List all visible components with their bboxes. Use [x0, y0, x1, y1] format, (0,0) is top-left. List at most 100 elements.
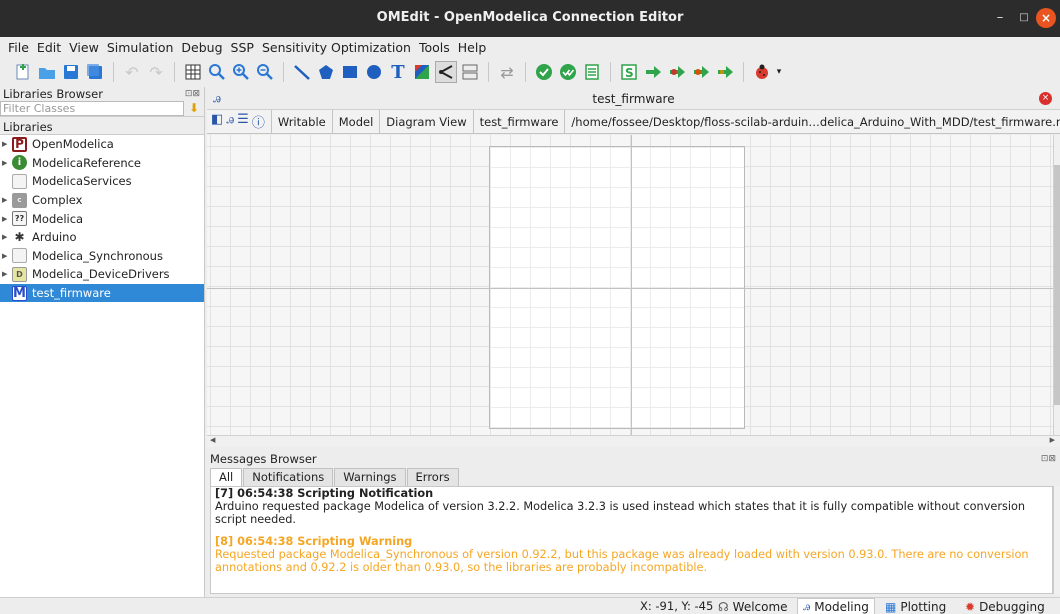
- ellipse-tool-icon[interactable]: [363, 61, 385, 83]
- menu-bar: File Edit View Simulation Debug SSP Sens…: [0, 37, 1060, 57]
- minimize-button[interactable]: –: [990, 8, 1010, 28]
- scrollbar-thumb[interactable]: [1054, 165, 1060, 405]
- status-bar: X: -91, Y: -45 ☊ Welcome ꭿ Modeling ▦ Pl…: [0, 597, 1060, 614]
- expand-arrow-icon[interactable]: ▶: [2, 140, 12, 148]
- tab-all[interactable]: All: [210, 468, 243, 486]
- filter-options-icon[interactable]: ⬇: [184, 101, 204, 116]
- scroll-left-icon[interactable]: ◀: [210, 436, 215, 444]
- library-item-modelicaservices[interactable]: ModelicaServices: [0, 172, 204, 191]
- expand-arrow-icon[interactable]: ▶: [2, 215, 12, 223]
- tab-errors[interactable]: Errors: [406, 468, 459, 486]
- undo-icon[interactable]: ↶: [121, 61, 143, 83]
- rectangle-tool-icon[interactable]: [339, 61, 361, 83]
- library-item-openmodelica[interactable]: ▶ P OpenModelica: [0, 135, 204, 154]
- menu-ssp[interactable]: SSP: [227, 40, 258, 55]
- tab-warnings[interactable]: Warnings: [334, 468, 406, 486]
- simulation-setup-icon[interactable]: S: [618, 61, 640, 83]
- open-folder-icon[interactable]: [36, 61, 58, 83]
- text-view-icon[interactable]: ☰: [237, 112, 249, 131]
- expand-arrow-icon[interactable]: ▶: [2, 196, 12, 204]
- maximize-button[interactable]: □: [1014, 8, 1034, 28]
- library-item-modelica-synchronous[interactable]: ▶ Modelica_Synchronous: [0, 247, 204, 266]
- toolbar-separator: [113, 62, 114, 82]
- new-model-icon[interactable]: [12, 61, 34, 83]
- polygon-tool-icon[interactable]: [315, 61, 337, 83]
- plotting-perspective-button[interactable]: ▦ Plotting: [880, 598, 951, 614]
- debugging-perspective-button[interactable]: ✹ Debugging: [960, 598, 1050, 614]
- library-item-label: OpenModelica: [32, 137, 114, 152]
- bitmap-tool-icon[interactable]: [411, 61, 433, 83]
- simulate-algorithm-icon[interactable]: [714, 61, 736, 83]
- menu-edit[interactable]: Edit: [33, 40, 65, 55]
- expand-arrow-icon[interactable]: ▶: [2, 270, 12, 278]
- menu-tools[interactable]: Tools: [415, 40, 454, 55]
- debug-icon[interactable]: [751, 61, 773, 83]
- messages-list[interactable]: [7] 06:54:38 Scripting Notification Ardu…: [210, 486, 1053, 594]
- model-swap-icon[interactable]: ⇄: [496, 61, 518, 83]
- save-icon[interactable]: [60, 61, 82, 83]
- view-switch-icons: ◧ ꭿ ☰ ⓘ: [207, 112, 271, 131]
- zoom-in-icon[interactable]: [230, 61, 252, 83]
- messages-scrollbar[interactable]: [1053, 486, 1060, 594]
- tab-notifications[interactable]: Notifications: [243, 468, 334, 486]
- toolbar-separator: [610, 62, 611, 82]
- canvas-vertical-scrollbar[interactable]: [1053, 135, 1060, 435]
- filter-classes-input[interactable]: [0, 101, 184, 116]
- library-item-modelica[interactable]: ▶ ?? Modelica: [0, 209, 204, 228]
- library-item-modelicareference[interactable]: ▶ i ModelicaReference: [0, 154, 204, 173]
- scroll-right-icon[interactable]: ▶: [1050, 436, 1055, 444]
- expand-arrow-icon[interactable]: ▶: [2, 233, 12, 241]
- menu-simulation[interactable]: Simulation: [103, 40, 178, 55]
- transition-mode-icon[interactable]: [459, 61, 481, 83]
- save-all-icon[interactable]: [84, 61, 106, 83]
- svg-text:S: S: [625, 66, 634, 80]
- menu-help[interactable]: Help: [454, 40, 491, 55]
- check-all-icon[interactable]: [557, 61, 579, 83]
- dock-buttons[interactable]: ⊡⊠: [185, 87, 200, 101]
- line-tool-icon[interactable]: [291, 61, 313, 83]
- expand-arrow-icon[interactable]: ▶: [2, 252, 12, 260]
- model-tab-title[interactable]: test_firmware: [207, 92, 1060, 106]
- expand-arrow-icon[interactable]: ▶: [2, 159, 12, 167]
- redo-icon[interactable]: ↷: [145, 61, 167, 83]
- diagram-canvas[interactable]: [207, 135, 1053, 435]
- connect-mode-icon[interactable]: [435, 61, 457, 83]
- text-tool-icon[interactable]: T: [387, 61, 409, 83]
- instantiate-icon[interactable]: [581, 61, 603, 83]
- info-icon: i: [12, 155, 27, 171]
- grid-icon[interactable]: [182, 61, 204, 83]
- dock-buttons[interactable]: ⊡⊠: [1041, 450, 1056, 468]
- library-item-arduino[interactable]: ▶ ✱ Arduino: [0, 228, 204, 247]
- documentation-view-icon[interactable]: ⓘ: [252, 112, 265, 131]
- welcome-perspective-button[interactable]: ☊ Welcome: [713, 598, 793, 614]
- library-item-label: Modelica_DeviceDrivers: [32, 267, 170, 282]
- menu-sensitivity-optimization[interactable]: Sensitivity Optimization: [258, 40, 415, 55]
- simulate-icon[interactable]: [642, 61, 664, 83]
- zoom-fit-icon[interactable]: [206, 61, 228, 83]
- chevron-down-icon[interactable]: ▾: [775, 61, 783, 83]
- toolbar-separator: [174, 62, 175, 82]
- libraries-browser: Libraries Browser ⊡⊠ ⬇ Libraries ▶ P Ope…: [0, 87, 205, 597]
- arduino-chip-icon: ✱: [14, 230, 25, 245]
- menu-debug[interactable]: Debug: [177, 40, 226, 55]
- library-item-complex[interactable]: ▶ c Complex: [0, 191, 204, 210]
- modeling-perspective-button[interactable]: ꭿ Modeling: [797, 598, 875, 614]
- simulate-animation-icon[interactable]: [690, 61, 712, 83]
- close-window-button[interactable]: ×: [1036, 8, 1056, 28]
- simulate-debugger-icon[interactable]: [666, 61, 688, 83]
- message-header: [8] 06:54:38 Scripting Warning: [215, 535, 413, 548]
- window-title: OMEdit - OpenModelica Connection Editor: [376, 10, 684, 25]
- library-item-test-firmware[interactable]: M test_firmware: [0, 283, 204, 303]
- library-item-label: ModelicaReference: [32, 155, 142, 170]
- close-model-icon[interactable]: ×: [1039, 92, 1052, 105]
- complex-icon: c: [12, 192, 27, 208]
- menu-file[interactable]: File: [4, 40, 33, 55]
- menu-view[interactable]: View: [65, 40, 103, 55]
- zoom-out-icon[interactable]: [254, 61, 276, 83]
- icon-view-icon[interactable]: ◧: [211, 112, 223, 131]
- diagram-view-icon[interactable]: ꭿ: [226, 112, 234, 131]
- check-model-icon[interactable]: [533, 61, 555, 83]
- canvas-horizontal-scrollbar[interactable]: ◀ ▶: [207, 435, 1060, 447]
- library-item-modelica-devicedrivers[interactable]: ▶ D Modelica_DeviceDrivers: [0, 265, 204, 284]
- view-type-label: Diagram View: [379, 110, 472, 133]
